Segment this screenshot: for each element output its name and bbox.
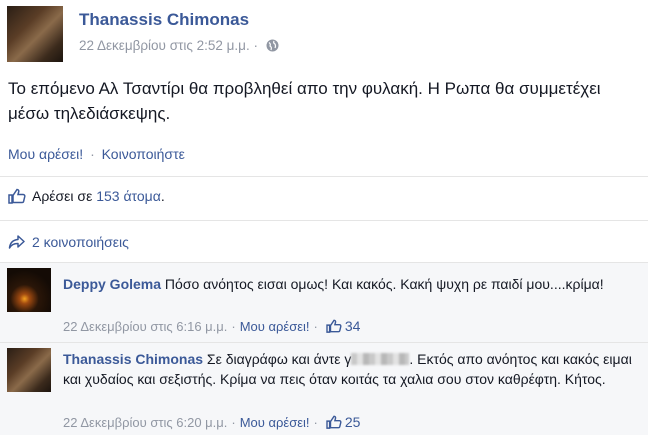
comment-like-count[interactable]: 25 — [345, 414, 361, 430]
like-button[interactable]: Μου αρέσει! — [8, 146, 83, 162]
globe-icon[interactable] — [266, 39, 279, 55]
comment-author[interactable]: Deppy Golema — [63, 276, 161, 292]
divider — [0, 220, 648, 221]
comment-timestamp[interactable]: 22 Δεκεμβρίου στις 6:16 μ.μ. — [63, 319, 227, 334]
likes-summary: Αρέσει σε 153 άτομα. — [8, 188, 165, 204]
comment-avatar[interactable] — [7, 268, 51, 312]
comment-content: Πόσο ανόητος εισαι ομως! Και κακός. Κακή… — [161, 276, 604, 292]
author-avatar[interactable] — [7, 6, 63, 62]
action-separator: · — [90, 146, 95, 162]
thumbs-up-icon[interactable] — [326, 319, 342, 333]
likes-count-link[interactable]: 153 άτομα — [96, 188, 161, 204]
comment-text: Thanassis Chimonas Σε διαγράφω και άντε … — [63, 349, 643, 389]
post-text: Το επόμενο Αλ Τσαντίρι θα προβληθεί απο … — [8, 79, 601, 123]
thumbs-up-icon[interactable] — [326, 415, 342, 429]
meta-separator: · — [231, 318, 236, 334]
post-actions: Μου αρέσει! · Κοινοποιήστε — [8, 146, 185, 162]
divider — [0, 262, 648, 263]
shares-summary: 2 κοινοποιήσεις — [8, 234, 129, 250]
comment-timestamp[interactable]: 22 Δεκεμβρίου στις 6:20 μ.μ. — [63, 415, 227, 430]
share-button[interactable]: Κοινοποιήστε — [102, 146, 185, 162]
meta-separator: · — [253, 38, 258, 53]
shares-count-link[interactable]: 2 κοινοποιήσεις — [32, 234, 129, 250]
share-arrow-icon — [8, 235, 25, 249]
likes-suffix: . — [160, 188, 165, 204]
divider — [0, 176, 648, 177]
comment-content-start: Σε διαγράφω και άντε γ — [203, 351, 352, 367]
likes-prefix: Αρέσει σε — [32, 188, 93, 204]
post-meta: 22 Δεκεμβρίου στις 2:52 μ.μ. · — [79, 38, 279, 55]
post-timestamp[interactable]: 22 Δεκεμβρίου στις 2:52 μ.μ. — [79, 38, 250, 53]
comment-like-button[interactable]: Μου αρέσει! — [240, 319, 310, 334]
comment-meta: 22 Δεκεμβρίου στις 6:16 μ.μ. · Μου αρέσε… — [63, 318, 360, 334]
censored-word — [351, 353, 410, 365]
comment-text: Deppy Golema Πόσο ανόητος εισαι ομως! Κα… — [63, 274, 643, 294]
meta-separator: · — [313, 318, 318, 334]
meta-separator: · — [313, 414, 318, 430]
meta-separator: · — [231, 414, 236, 430]
thumbs-up-icon — [8, 188, 26, 204]
post-author-name[interactable]: Thanassis Chimonas — [79, 10, 249, 30]
comment-like-count[interactable]: 34 — [345, 318, 361, 334]
comment-author[interactable]: Thanassis Chimonas — [63, 351, 203, 367]
divider — [0, 342, 648, 343]
comment-meta: 22 Δεκεμβρίου στις 6:20 μ.μ. · Μου αρέσε… — [63, 414, 360, 430]
comment-avatar[interactable] — [7, 348, 51, 392]
comment-like-button[interactable]: Μου αρέσει! — [240, 415, 310, 430]
